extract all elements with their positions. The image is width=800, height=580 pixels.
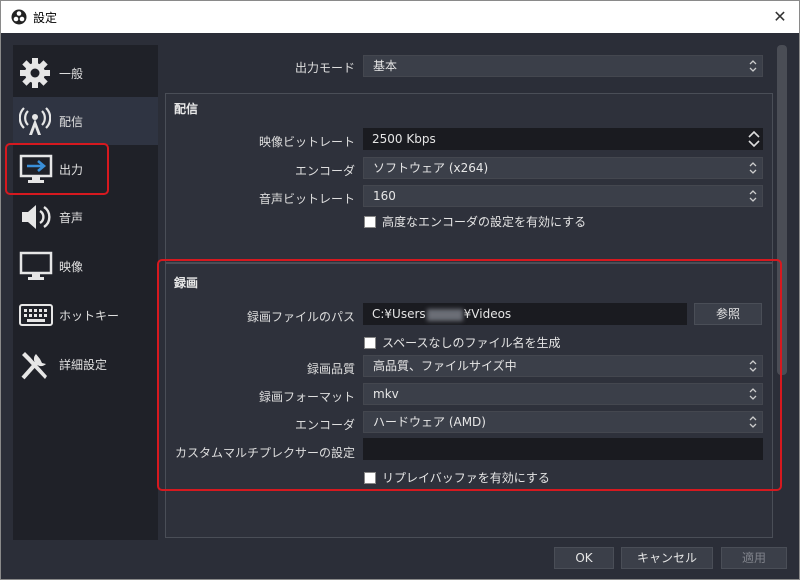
broadcast-icon	[19, 107, 51, 135]
keyboard-icon	[19, 304, 53, 326]
sidebar-item-advanced[interactable]: 詳細設定	[13, 340, 158, 388]
video-bitrate-value: 2500 Kbps	[372, 132, 436, 146]
audio-bitrate-select[interactable]: 160	[363, 185, 763, 207]
window-title: 設定	[33, 10, 58, 25]
stream-encoder-value: ソフトウェア (x264)	[373, 161, 489, 175]
updown-arrow-icon	[749, 162, 757, 174]
gear-icon	[20, 58, 50, 88]
updown-arrow-icon	[749, 60, 757, 72]
sidebar-item-video[interactable]: 映像	[13, 242, 158, 290]
speaker-icon	[22, 205, 51, 229]
stepper-arrows-icon	[748, 130, 760, 148]
sidebar-item-label: 一般	[59, 66, 84, 81]
sidebar: 一般 配信 出力 音声 映像 ホットキー 詳細設定	[13, 45, 158, 540]
stream-encoder-select[interactable]: ソフトウェア (x264)	[363, 157, 763, 179]
title-bar: 設定 ✕	[1, 1, 799, 33]
video-bitrate-spinbox[interactable]: 2500 Kbps	[363, 128, 745, 150]
sidebar-item-general[interactable]: 一般	[13, 49, 158, 97]
obs-logo-icon	[11, 9, 27, 25]
settings-window: 設定 ✕ 一般 配信 出力 音声 映像 ホットキー 詳細設定 出力モード 基本 …	[0, 0, 800, 580]
sidebar-item-label: 配信	[59, 114, 84, 129]
checkbox-box[interactable]	[364, 215, 376, 228]
streaming-group-title: 配信	[174, 102, 199, 116]
output-mode-label: 出力モード	[294, 61, 355, 75]
sidebar-item-label: 映像	[59, 259, 84, 274]
ok-button[interactable]: OK	[554, 547, 614, 569]
output-mode-select[interactable]: 基本	[363, 55, 763, 77]
audio-bitrate-value: 160	[373, 189, 396, 203]
sidebar-item-audio[interactable]: 音声	[13, 193, 158, 241]
sidebar-item-label: ホットキー	[59, 308, 120, 323]
apply-button[interactable]: 適用	[721, 547, 787, 569]
sidebar-item-hotkeys[interactable]: ホットキー	[13, 291, 158, 339]
sidebar-item-label: 音声	[59, 210, 84, 225]
cancel-button[interactable]: キャンセル	[621, 547, 713, 569]
output-mode-value: 基本	[373, 59, 398, 73]
advanced-encoder-checkbox[interactable]: 高度なエンコーダの設定を有効にする	[364, 213, 586, 230]
audio-bitrate-label: 音声ビットレート	[258, 192, 355, 206]
video-bitrate-stepper[interactable]	[745, 128, 763, 150]
close-icon[interactable]: ✕	[771, 8, 789, 26]
updown-arrow-icon	[749, 190, 757, 202]
sidebar-item-label: 詳細設定	[59, 357, 108, 372]
stream-encoder-label: エンコーダ	[294, 164, 355, 178]
sidebar-item-stream[interactable]: 配信	[13, 97, 158, 145]
output-highlight-box	[5, 143, 109, 195]
recording-highlight-box	[157, 259, 782, 491]
advanced-encoder-label: 高度なエンコーダの設定を有効にする	[382, 215, 587, 229]
tools-icon	[21, 352, 47, 380]
monitor-icon	[19, 251, 53, 280]
video-bitrate-label: 映像ビットレート	[258, 135, 355, 149]
